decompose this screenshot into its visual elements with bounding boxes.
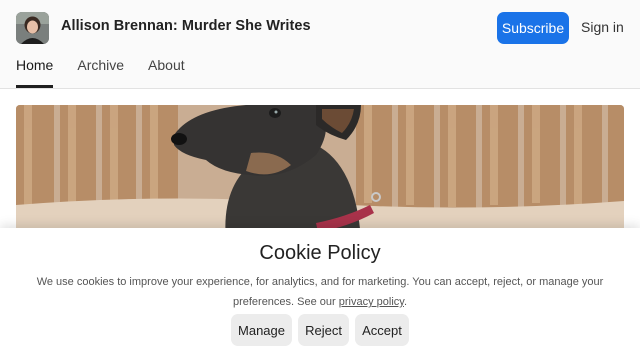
tab-archive[interactable]: Archive	[77, 57, 124, 88]
site-header: Allison Brennan: Murder She Writes Subsc…	[0, 0, 640, 89]
cookie-description-end: .	[403, 296, 408, 308]
hero-image[interactable]	[16, 105, 624, 240]
tab-home[interactable]: Home	[16, 57, 54, 88]
sign-in-link[interactable]: Sign in	[581, 19, 624, 35]
nav-tabs: Home Archive About	[16, 57, 209, 89]
dog-photo-icon	[16, 105, 624, 240]
tab-about[interactable]: About	[148, 57, 185, 88]
accept-button[interactable]: Accept	[355, 314, 409, 346]
reject-button[interactable]: Reject	[298, 314, 349, 346]
cookie-description-text: We use cookies to improve your experienc…	[36, 276, 604, 308]
publication-avatar[interactable]	[16, 12, 49, 44]
manage-button[interactable]: Manage	[231, 314, 292, 346]
cookie-banner: Cookie Policy We use cookies to improve …	[0, 228, 640, 360]
subscribe-button[interactable]: Subscribe	[497, 12, 569, 44]
privacy-policy-link[interactable]: privacy policy	[339, 296, 404, 308]
cookie-title: Cookie Policy	[259, 242, 381, 264]
publication-title[interactable]: Allison Brennan: Murder She Writes	[61, 18, 311, 34]
cookie-actions: Manage Reject Accept	[0, 314, 640, 346]
cookie-description: We use cookies to improve your experienc…	[30, 272, 610, 312]
